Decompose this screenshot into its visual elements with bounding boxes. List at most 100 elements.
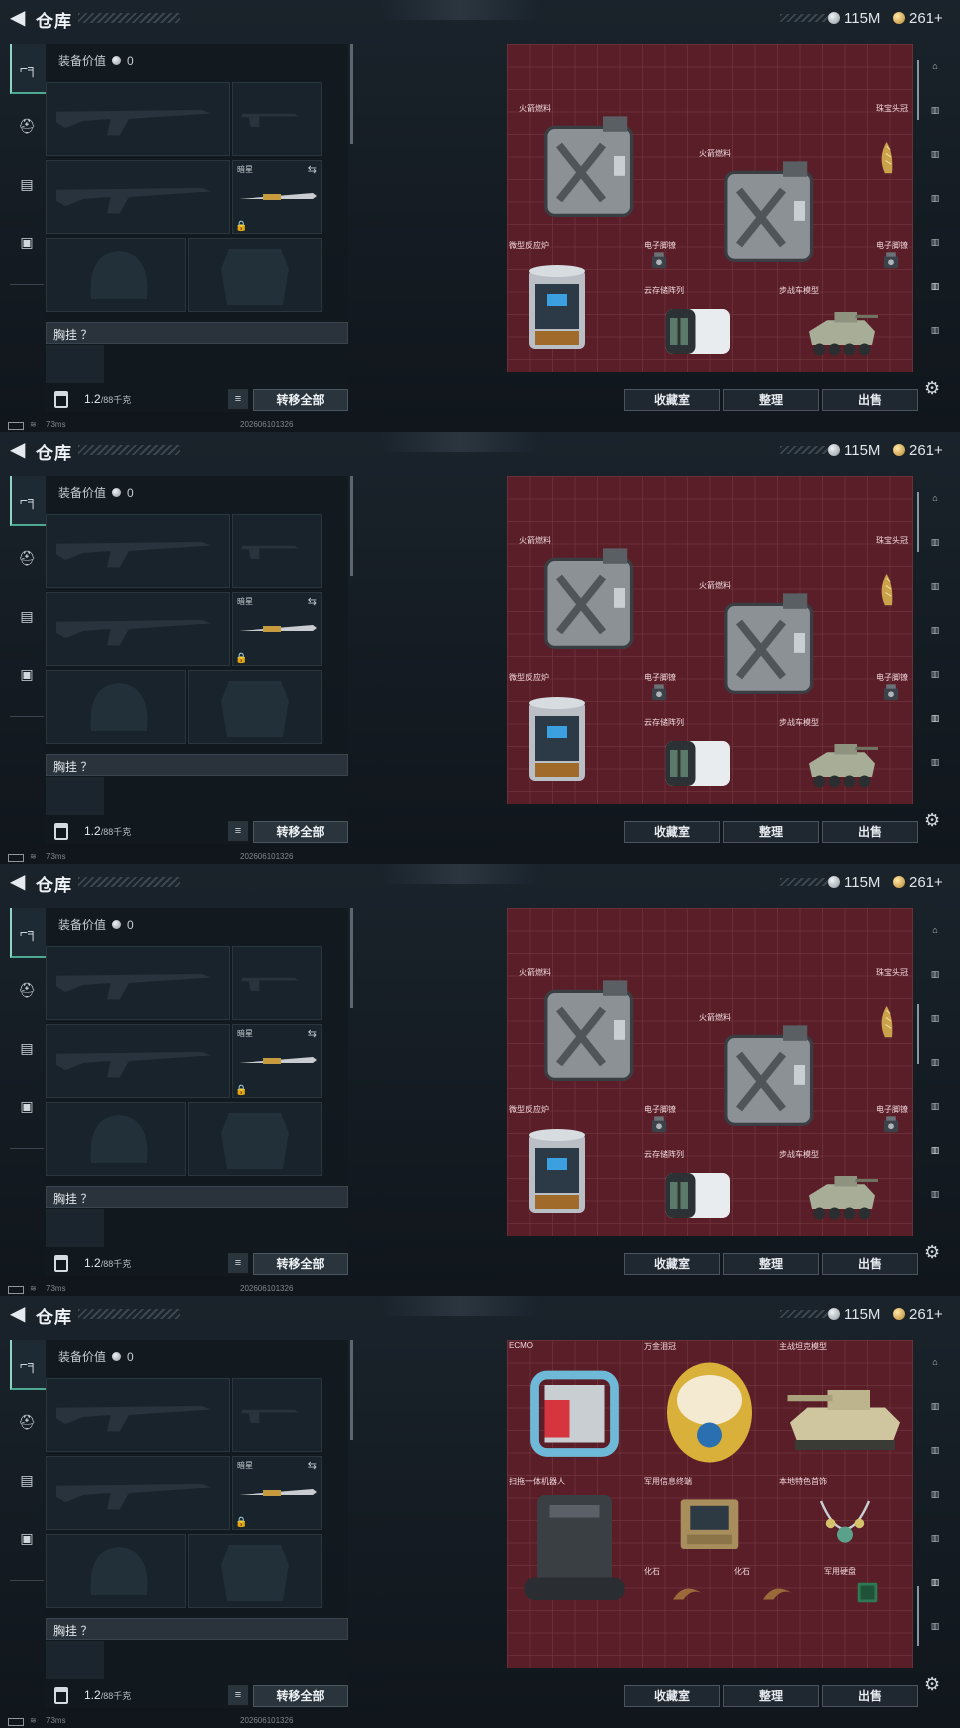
tab-storage-5[interactable]: ▥ (918, 696, 952, 740)
gold-currency[interactable]: 261+ (893, 441, 943, 459)
armor-slot[interactable] (188, 1534, 322, 1608)
tab-backpack[interactable]: ▣ (10, 218, 44, 266)
tab-armor[interactable]: ⛑ (10, 1398, 44, 1446)
transfer-all-button[interactable]: 转移全部 (253, 821, 348, 843)
tab-storage-2[interactable]: ▥ (918, 132, 952, 176)
tab-rig[interactable]: ▤ (10, 1456, 44, 1504)
storage-item[interactable]: 微型反应炉 (507, 1103, 607, 1233)
rig-header[interactable]: 胸挂 ？ (46, 1186, 348, 1208)
tab-storage-5[interactable]: ▥ (918, 1560, 952, 1604)
storage-item[interactable]: 珠宝头冠 (874, 534, 910, 634)
tab-storage-4[interactable]: ▥ (918, 1084, 952, 1128)
storage-item[interactable]: 云存储阵列 (642, 716, 752, 801)
tab-storage-home[interactable]: ⌂ (918, 476, 952, 520)
helmet-slot[interactable] (46, 670, 186, 744)
rig-slot[interactable] (46, 345, 104, 383)
sell-button[interactable]: 出售 (822, 1685, 918, 1707)
storage-item[interactable]: 电子脚镣 (642, 239, 676, 273)
tab-weapons[interactable]: ⌐╕ (10, 476, 46, 526)
storage-item[interactable]: 火箭燃料 (517, 534, 667, 654)
storage-item[interactable]: 珠宝头冠 (874, 966, 910, 1066)
gear-icon[interactable]: ⚙ (924, 810, 940, 831)
storage-item[interactable]: 步战车模型 (777, 1148, 907, 1233)
tab-storage-4[interactable]: ▥ (918, 652, 952, 696)
tab-armor[interactable]: ⛑ (10, 534, 44, 582)
tab-storage-6[interactable]: ▥ (918, 740, 952, 784)
storage-item[interactable]: 电子脚镣 (642, 671, 676, 705)
transfer-all-button[interactable]: 转移全部 (253, 1253, 348, 1275)
storage-item[interactable]: 步战车模型 (777, 716, 907, 801)
sell-button[interactable]: 出售 (822, 821, 918, 843)
organize-button[interactable]: 整理 (723, 1685, 819, 1707)
storage-item[interactable]: 军用信息终端 (642, 1475, 777, 1565)
secondary-weapon-slot[interactable] (46, 1024, 230, 1098)
helmet-slot[interactable] (46, 238, 186, 312)
collection-button[interactable]: 收藏室 (624, 1253, 720, 1275)
loadout-scrollbar[interactable] (350, 44, 353, 144)
storage-item[interactable]: 微型反应炉 (507, 671, 607, 801)
storage-item[interactable]: 化石 (732, 1565, 822, 1610)
storage-item[interactable]: 军用硬盘 (822, 1565, 913, 1610)
storage-item[interactable]: 万金泪冠 (642, 1340, 777, 1475)
storage-item[interactable]: 火箭燃料 (697, 1011, 847, 1131)
primary-weapon-slot[interactable] (46, 946, 230, 1020)
melee-slot[interactable]: 暗星 ⇆ 🔒 (232, 592, 322, 666)
storage-item[interactable]: 云存储阵列 (642, 284, 752, 369)
melee-slot[interactable]: 暗星 ⇆ 🔒 (232, 160, 322, 234)
loadout-scrollbar[interactable] (350, 908, 353, 1008)
sidearm-slot[interactable] (232, 946, 322, 1020)
storage-tabs-scrollbar[interactable] (917, 492, 919, 552)
tab-armor[interactable]: ⛑ (10, 102, 44, 150)
primary-weapon-slot[interactable] (46, 1378, 230, 1452)
tab-rig[interactable]: ▤ (10, 1024, 44, 1072)
tab-storage-2[interactable]: ▥ (918, 564, 952, 608)
tab-weapons[interactable]: ⌐╕ (10, 908, 46, 958)
list-icon[interactable]: ≡ (228, 1253, 248, 1273)
tab-storage-4[interactable]: ▥ (918, 220, 952, 264)
primary-weapon-slot[interactable] (46, 82, 230, 156)
storage-item[interactable]: 化石 (642, 1565, 732, 1610)
transfer-all-button[interactable]: 转移全部 (253, 1685, 348, 1707)
back-icon[interactable]: ◀ (10, 1304, 28, 1324)
gold-currency[interactable]: 261+ (893, 1305, 943, 1323)
storage-item[interactable]: 扫拖一体机器人 (507, 1475, 642, 1610)
tab-backpack[interactable]: ▣ (10, 650, 44, 698)
tab-storage-1[interactable]: ▥ (918, 88, 952, 132)
storage-item[interactable]: 电子脚镣 (874, 1103, 908, 1137)
storage-item[interactable]: 火箭燃料 (697, 147, 847, 267)
tab-rig[interactable]: ▤ (10, 592, 44, 640)
storage-item[interactable]: 电子脚镣 (642, 1103, 676, 1137)
storage-item[interactable]: 主战坦克模型 (777, 1340, 913, 1475)
storage-tabs-scrollbar[interactable] (917, 1586, 919, 1646)
storage-item[interactable]: 步战车模型 (777, 284, 907, 369)
secondary-weapon-slot[interactable] (46, 160, 230, 234)
transfer-all-button[interactable]: 转移全部 (253, 389, 348, 411)
tab-armor[interactable]: ⛑ (10, 966, 44, 1014)
loadout-scrollbar[interactable] (350, 1340, 353, 1440)
storage-tabs-scrollbar[interactable] (917, 60, 919, 120)
primary-weapon-slot[interactable] (46, 514, 230, 588)
tab-storage-3[interactable]: ▥ (918, 608, 952, 652)
rig-header[interactable]: 胸挂 ？ (46, 754, 348, 776)
gold-currency[interactable]: 261+ (893, 9, 943, 27)
tab-storage-3[interactable]: ▥ (918, 176, 952, 220)
helmet-slot[interactable] (46, 1102, 186, 1176)
armor-slot[interactable] (188, 238, 322, 312)
storage-item[interactable]: 珠宝头冠 (874, 102, 910, 202)
rig-header[interactable]: 胸挂 ？ (46, 322, 348, 344)
storage-item[interactable]: 电子脚镣 (874, 239, 908, 273)
melee-slot[interactable]: 暗星 ⇆ 🔒 (232, 1024, 322, 1098)
back-icon[interactable]: ◀ (10, 872, 28, 892)
back-icon[interactable]: ◀ (10, 440, 28, 460)
storage-item[interactable]: 微型反应炉 (507, 239, 607, 369)
tab-storage-1[interactable]: ▥ (918, 520, 952, 564)
tab-storage-3[interactable]: ▥ (918, 1472, 952, 1516)
tab-storage-5[interactable]: ▥ (918, 1128, 952, 1172)
tab-storage-3[interactable]: ▥ (918, 1040, 952, 1084)
gold-currency[interactable]: 261+ (893, 873, 943, 891)
storage-item[interactable]: 云存储阵列 (642, 1148, 752, 1233)
back-icon[interactable]: ◀ (10, 8, 28, 28)
gear-icon[interactable]: ⚙ (924, 1242, 940, 1263)
sell-button[interactable]: 出售 (822, 389, 918, 411)
sidearm-slot[interactable] (232, 514, 322, 588)
